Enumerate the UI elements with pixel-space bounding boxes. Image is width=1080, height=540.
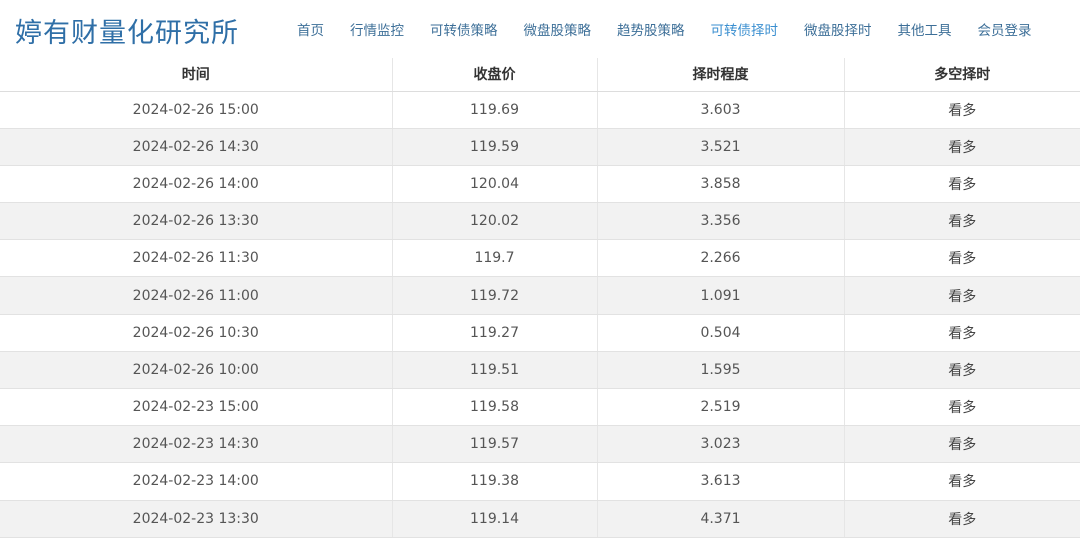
- nav-item-8[interactable]: 会员登录: [965, 19, 1045, 39]
- cell-close: 120.04: [391, 165, 597, 204]
- table-row: 2024-02-26 11:30 119.7 2.266 看多: [0, 239, 1080, 278]
- cell-time: 2024-02-23 13:30: [0, 500, 392, 538]
- cell-timing-degree: 4.371: [596, 500, 844, 538]
- nav-item-4[interactable]: 趋势股策略: [604, 19, 698, 39]
- nav-item-6[interactable]: 微盘股择时: [791, 19, 885, 39]
- column-header-time: 时间: [0, 58, 392, 92]
- table-row: 2024-02-26 14:30 119.59 3.521 看多: [0, 128, 1080, 166]
- cell-time: 2024-02-23 14:00: [0, 462, 392, 501]
- cell-long-short: 看多: [843, 388, 1080, 427]
- cell-close: 119.58: [391, 388, 597, 427]
- cell-timing-degree: 3.023: [596, 425, 844, 464]
- cell-long-short: 看多: [843, 91, 1080, 129]
- cell-long-short: 看多: [843, 351, 1080, 390]
- cell-long-short: 看多: [843, 202, 1080, 241]
- cell-long-short: 看多: [843, 128, 1080, 166]
- table-row: 2024-02-26 15:00 119.69 3.603 看多: [0, 91, 1080, 129]
- nav-item-2[interactable]: 可转债策略: [417, 19, 511, 39]
- timing-table: 时间 收盘价 择时程度 多空择时 2024-02-26 15:00 119.69 3…: [0, 58, 1080, 538]
- cell-time: 2024-02-26 10:30: [0, 314, 392, 352]
- cell-time: 2024-02-26 11:30: [0, 239, 392, 278]
- table-row: 2024-02-26 10:00 119.51 1.595 看多: [0, 351, 1080, 390]
- cell-long-short: 看多: [843, 462, 1080, 501]
- cell-timing-degree: 3.603: [596, 91, 844, 129]
- table-header: 时间 收盘价 择时程度 多空择时: [0, 58, 1080, 92]
- nav-item-5[interactable]: 可转债择时: [698, 19, 792, 39]
- cell-time: 2024-02-26 14:00: [0, 165, 392, 204]
- site-title[interactable]: 婷有财量化研究所: [15, 11, 239, 50]
- cell-time: 2024-02-26 11:00: [0, 276, 392, 315]
- cell-close: 119.51: [391, 351, 597, 390]
- cell-close: 120.02: [391, 202, 597, 241]
- table-row: 2024-02-26 10:30 119.27 0.504 看多: [0, 314, 1080, 352]
- cell-close: 119.38: [391, 462, 597, 501]
- cell-close: 119.72: [391, 276, 597, 315]
- cell-timing-degree: 1.091: [596, 276, 844, 315]
- cell-time: 2024-02-26 14:30: [0, 128, 392, 166]
- table-row: 2024-02-26 11:00 119.72 1.091 看多: [0, 276, 1080, 315]
- cell-time: 2024-02-26 15:00: [0, 91, 392, 129]
- cell-close: 119.27: [391, 314, 597, 352]
- table-row: 2024-02-23 14:30 119.57 3.023 看多: [0, 425, 1080, 464]
- cell-time: 2024-02-23 15:00: [0, 388, 392, 427]
- cell-long-short: 看多: [843, 165, 1080, 204]
- cell-timing-degree: 0.504: [596, 314, 844, 352]
- table-row: 2024-02-26 13:30 120.02 3.356 看多: [0, 202, 1080, 241]
- cell-timing-degree: 1.595: [596, 351, 844, 390]
- cell-timing-degree: 2.519: [596, 388, 844, 427]
- cell-timing-degree: 3.521: [596, 128, 844, 166]
- header-row: 时间 收盘价 择时程度 多空择时: [0, 58, 1080, 92]
- cell-long-short: 看多: [843, 239, 1080, 278]
- table-body: 2024-02-26 15:00 119.69 3.603 看多 2024-02-26 …: [0, 91, 1080, 538]
- cell-close: 119.14: [391, 500, 597, 538]
- column-header-close: 收盘价: [391, 58, 597, 92]
- cell-timing-degree: 3.858: [596, 165, 844, 204]
- nav-item-7[interactable]: 其他工具: [885, 19, 965, 39]
- nav-item-0[interactable]: 首页: [284, 19, 337, 39]
- cell-close: 119.57: [391, 425, 597, 464]
- cell-close: 119.7: [391, 239, 597, 278]
- main-nav: 首页 行情监控 可转债策略 微盘股策略 趋势股策略 可转债择时 微盘股择时 其他工具 会员登录: [284, 19, 1045, 39]
- table-row: 2024-02-23 14:00 119.38 3.613 看多: [0, 462, 1080, 501]
- cell-time: 2024-02-26 10:00: [0, 351, 392, 390]
- cell-close: 119.69: [391, 91, 597, 129]
- cell-long-short: 看多: [843, 425, 1080, 464]
- cell-long-short: 看多: [843, 500, 1080, 538]
- site-header: 婷有财量化研究所 首页 行情监控 可转债策略 微盘股策略 趋势股策略 可转债择时 微盘股择时…: [0, 0, 1080, 58]
- cell-close: 119.59: [391, 128, 597, 166]
- cell-timing-degree: 3.356: [596, 202, 844, 241]
- cell-timing-degree: 3.613: [596, 462, 844, 501]
- column-header-timing-degree: 择时程度: [596, 58, 844, 92]
- table-row: 2024-02-26 14:00 120.04 3.858 看多: [0, 165, 1080, 204]
- column-header-long-short: 多空择时: [843, 58, 1080, 92]
- table-row: 2024-02-23 15:00 119.58 2.519 看多: [0, 388, 1080, 427]
- cell-time: 2024-02-23 14:30: [0, 425, 392, 464]
- table-row: 2024-02-23 13:30 119.14 4.371 看多: [0, 500, 1080, 538]
- cell-timing-degree: 2.266: [596, 239, 844, 278]
- nav-item-3[interactable]: 微盘股策略: [511, 19, 605, 39]
- cell-long-short: 看多: [843, 276, 1080, 315]
- cell-long-short: 看多: [843, 314, 1080, 352]
- nav-item-1[interactable]: 行情监控: [337, 19, 417, 39]
- cell-time: 2024-02-26 13:30: [0, 202, 392, 241]
